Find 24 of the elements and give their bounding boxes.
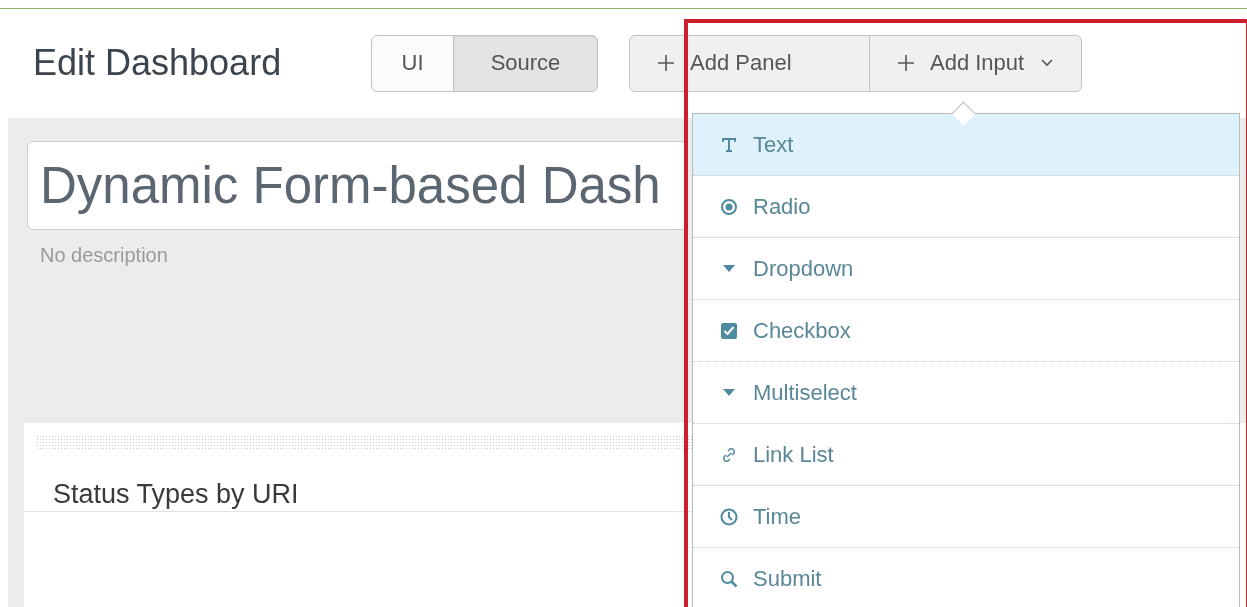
caret-icon — [723, 389, 735, 396]
menu-item[interactable]: Multiselect — [693, 362, 1239, 424]
add-panel-button[interactable]: Add Panel — [629, 34, 870, 92]
menu-item[interactable]: Submit — [693, 548, 1239, 607]
menu-item[interactable]: Radio — [693, 176, 1239, 238]
mode-toggle-button[interactable]: Source — [453, 34, 598, 92]
plus-icon — [658, 55, 674, 71]
menu-item[interactable]: Checkbox — [693, 300, 1239, 362]
chevron-down-icon — [1040, 58, 1055, 68]
menu-item[interactable]: Dropdown — [693, 238, 1239, 300]
checkbox-icon — [719, 320, 739, 341]
search-icon — [719, 568, 739, 589]
menu-item[interactable]: Time — [693, 486, 1239, 548]
description-text: No description — [40, 244, 169, 267]
caret-icon — [723, 265, 735, 272]
clock-icon — [719, 506, 739, 527]
page-title: Edit Dashboard — [33, 42, 283, 84]
plus-icon — [898, 55, 914, 71]
radio-icon — [719, 196, 739, 217]
add-input-button[interactable]: Add Input — [869, 34, 1082, 92]
mode-toggle-button[interactable]: UI — [371, 34, 454, 92]
dashboard-title-field[interactable]: Dynamic Form-based Dash — [27, 141, 687, 230]
menu-item[interactable]: Text — [693, 114, 1239, 176]
menu-item[interactable]: Link List — [693, 424, 1239, 486]
